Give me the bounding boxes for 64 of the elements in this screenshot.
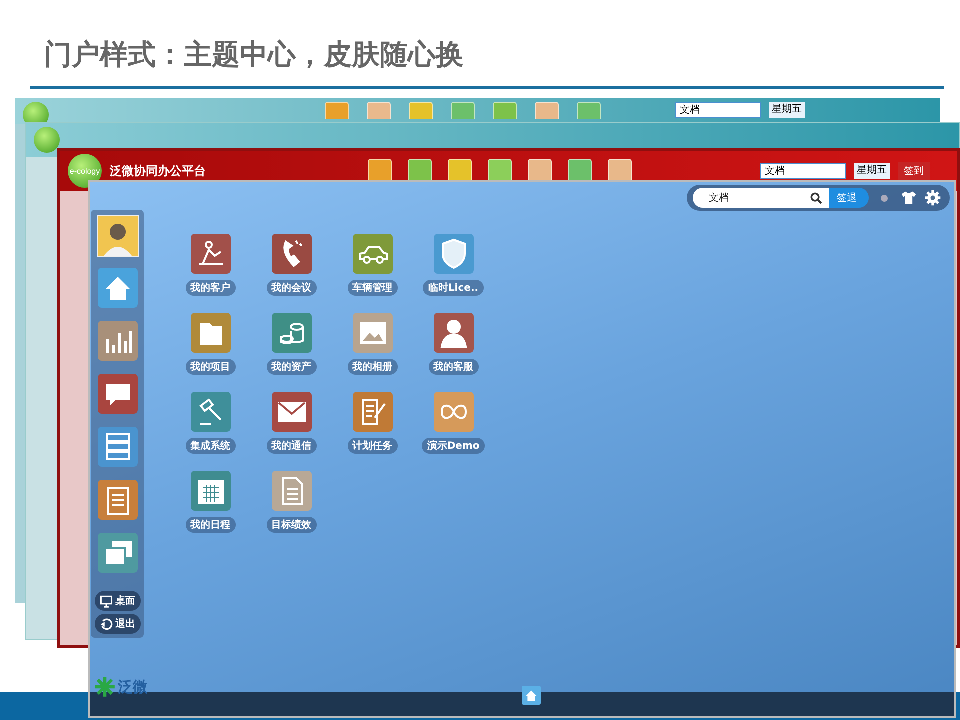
person-icon[interactable] bbox=[434, 313, 474, 353]
tile-icon[interactable] bbox=[325, 102, 349, 119]
app-label[interactable]: 计划任务 bbox=[348, 438, 398, 454]
app-label[interactable]: 我的通信 bbox=[266, 438, 316, 454]
window-title: 泛微协同办公平台 bbox=[110, 162, 207, 180]
tile-icon[interactable] bbox=[577, 102, 601, 119]
app-label[interactable]: 我的客户 bbox=[186, 280, 236, 296]
app-label[interactable]: 目标绩效 bbox=[266, 517, 316, 533]
picture-icon[interactable] bbox=[352, 313, 392, 353]
brand-logo-text: 泛微 bbox=[118, 678, 148, 696]
document-icon[interactable] bbox=[272, 471, 312, 511]
coins-icon[interactable] bbox=[272, 313, 312, 353]
app-label[interactable]: 我的客服 bbox=[428, 359, 478, 375]
tile-icon[interactable] bbox=[409, 102, 433, 119]
infinity-icon[interactable] bbox=[434, 392, 474, 432]
phone-icon[interactable] bbox=[272, 234, 312, 274]
tile-icon[interactable] bbox=[367, 102, 391, 119]
speech-bubble-icon[interactable] bbox=[98, 374, 138, 414]
calendar-icon[interactable] bbox=[190, 471, 230, 511]
home-icon[interactable] bbox=[98, 268, 138, 308]
app-label[interactable]: 我的相册 bbox=[348, 359, 398, 375]
app-label[interactable]: 我的日程 bbox=[186, 517, 236, 533]
clipboard-icon[interactable] bbox=[98, 480, 138, 520]
settings-icon[interactable] bbox=[924, 189, 942, 207]
home-icon[interactable] bbox=[522, 686, 541, 705]
customer-icon[interactable] bbox=[190, 234, 230, 274]
app-label[interactable]: 临时Lice.. bbox=[423, 280, 484, 296]
logout-button[interactable]: 退出 bbox=[94, 614, 140, 634]
sign-in-button[interactable]: 签到 bbox=[898, 162, 930, 180]
envelope-icon[interactable] bbox=[272, 392, 312, 432]
logo-badge: e-cology bbox=[68, 154, 102, 188]
logo-star-icon bbox=[94, 676, 116, 698]
sign-out-button[interactable]: 签退 bbox=[829, 188, 869, 208]
shield-icon[interactable] bbox=[434, 234, 474, 274]
app-label[interactable]: 我的资产 bbox=[266, 359, 316, 375]
app-label[interactable]: 我的会议 bbox=[266, 280, 316, 296]
server-icon[interactable] bbox=[98, 427, 138, 467]
app-label[interactable]: 我的项目 bbox=[186, 359, 236, 375]
search-field[interactable]: 文档 bbox=[693, 188, 829, 208]
shirt-icon[interactable] bbox=[900, 189, 918, 207]
logo-icon bbox=[34, 127, 60, 153]
windows-icon[interactable] bbox=[98, 533, 138, 573]
slide-title: 门户样式：主题中心，皮肤随心换 bbox=[44, 37, 464, 73]
edit-icon[interactable] bbox=[352, 392, 392, 432]
status-dot-icon bbox=[881, 194, 888, 202]
tile-icon[interactable] bbox=[493, 102, 517, 119]
bar-chart-icon[interactable] bbox=[98, 321, 138, 361]
desktop-button[interactable]: 桌面 bbox=[94, 591, 140, 611]
folder-icon[interactable] bbox=[190, 313, 230, 353]
app-label[interactable]: 演示Demo bbox=[422, 438, 485, 454]
app-label[interactable]: 车辆管理 bbox=[348, 280, 398, 296]
day-label: 星期五 bbox=[854, 163, 890, 179]
monitor-icon bbox=[100, 594, 112, 608]
logout-icon bbox=[100, 618, 112, 630]
tile-icon[interactable] bbox=[451, 102, 475, 119]
app-label[interactable]: 集成系统 bbox=[186, 438, 236, 454]
car-icon[interactable] bbox=[352, 234, 392, 274]
gavel-icon[interactable] bbox=[190, 392, 230, 432]
search-field[interactable]: 文档 bbox=[760, 163, 846, 179]
day-label: 星期五 bbox=[769, 102, 805, 118]
tile-icon[interactable] bbox=[535, 102, 559, 119]
search-field[interactable]: 文档 bbox=[675, 102, 761, 118]
avatar-placeholder bbox=[96, 215, 138, 257]
search-icon[interactable] bbox=[810, 192, 823, 204]
